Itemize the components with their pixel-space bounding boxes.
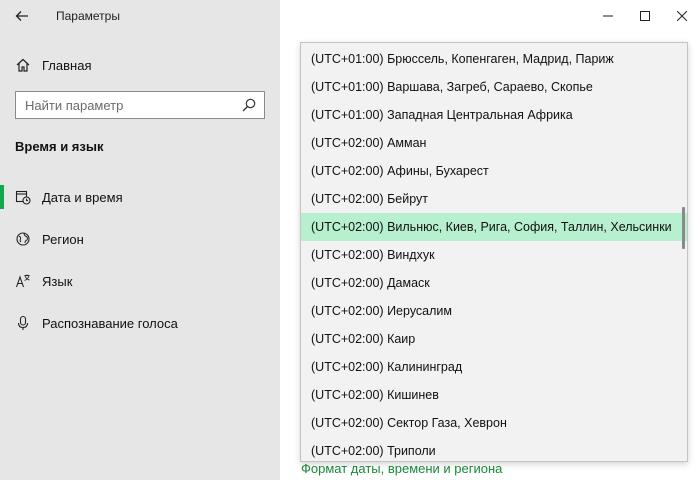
timezone-option[interactable]: (UTC+02:00) Кишинев [301,381,687,409]
nav-home-label: Главная [42,57,92,73]
sidebar-item-label: Распознавание голоса [42,315,178,331]
window-controls [589,0,700,32]
timezone-option[interactable]: (UTC+02:00) Виндхук [301,241,687,269]
microphone-icon [15,315,31,331]
timezone-option[interactable]: (UTC+02:00) Амман [301,129,687,157]
timezone-option[interactable]: (UTC+01:00) Брюссель, Копенгаген, Мадрид… [301,45,687,73]
date-time-region-format-link[interactable]: Формат даты, времени и региона [301,461,502,476]
globe-icon [15,231,31,247]
nav-home[interactable]: Главная [0,46,280,84]
timezone-option[interactable]: (UTC+02:00) Каир [301,325,687,353]
timezone-option[interactable]: (UTC+02:00) Триполи [301,437,687,461]
close-icon [676,11,687,21]
back-arrow-icon [15,11,28,21]
app-title: Параметры [56,9,120,23]
sidebar-item-region[interactable]: Регион [0,220,280,258]
search-icon[interactable] [241,97,257,113]
timezone-dropdown-list[interactable]: (UTC+01:00) Брюссель, Копенгаген, Мадрид… [300,42,688,462]
sidebar-item-language[interactable]: Язык [0,262,280,300]
language-icon [15,273,31,289]
section-title: Время и язык [15,139,104,154]
maximize-icon [639,11,650,21]
timezone-option[interactable]: (UTC+02:00) Бейрут [301,185,687,213]
timezone-option[interactable]: (UTC+01:00) Варшава, Загреб, Сараево, Ск… [301,73,687,101]
dropdown-scrollbar[interactable] [682,207,685,249]
search-placeholder: Найти параметр [25,98,124,113]
minimize-icon [602,15,613,17]
minimize-button[interactable] [589,0,626,32]
maximize-button[interactable] [626,0,663,32]
sidebar-item-date-time[interactable]: Дата и время [0,178,280,216]
timezone-option[interactable]: (UTC+02:00) Сектор Газа, Хеврон [301,409,687,437]
titlebar: Параметры [0,0,280,32]
sidebar-item-label: Язык [42,273,73,289]
calendar-clock-icon [15,189,31,205]
sidebar: Параметры Главная Найти параметр Время и… [0,0,280,480]
close-button[interactable] [663,0,700,32]
timezone-option[interactable]: (UTC+01:00) Западная Центральная Африка [301,101,687,129]
back-button[interactable] [12,6,32,26]
search-input[interactable]: Найти параметр [15,91,265,119]
timezone-option[interactable]: (UTC+02:00) Дамаск [301,269,687,297]
sidebar-item-speech[interactable]: Распознавание голоса [0,304,280,342]
timezone-option[interactable]: (UTC+02:00) Афины, Бухарест [301,157,687,185]
sidebar-item-label: Дата и время [42,189,123,205]
timezone-option-selected[interactable]: (UTC+02:00) Вильнюс, Киев, Рига, София, … [301,213,687,241]
timezone-option[interactable]: (UTC+02:00) Калининград [301,353,687,381]
timezone-option[interactable]: (UTC+02:00) Иерусалим [301,297,687,325]
sidebar-item-label: Регион [42,231,84,247]
home-icon [15,57,31,73]
